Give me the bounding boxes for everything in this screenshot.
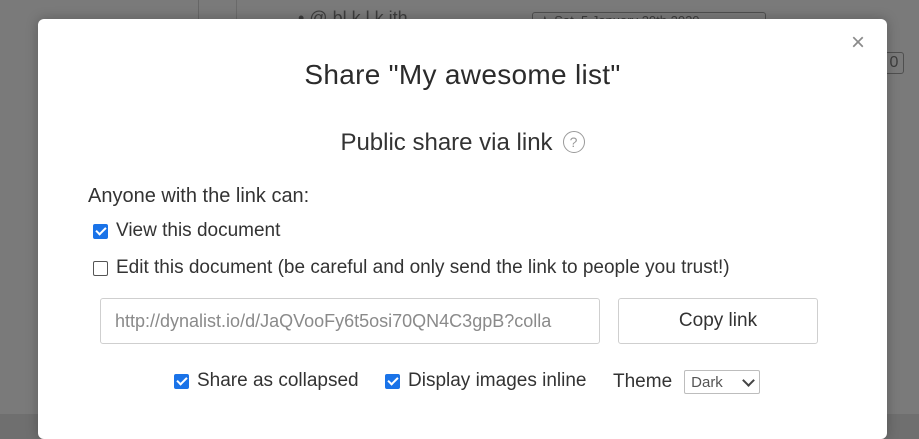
share-collapsed-label: Share as collapsed: [197, 370, 359, 391]
theme-select-value: Dark: [691, 373, 723, 391]
display-images-option[interactable]: Display images inline: [385, 370, 586, 392]
copy-link-button[interactable]: Copy link: [618, 298, 818, 344]
chevron-down-icon: [742, 373, 756, 387]
theme-control: Theme Dark: [613, 370, 761, 394]
dialog-title: Share "My awesome list": [304, 59, 621, 90]
edit-document-label: Edit this document (be careful and only …: [116, 257, 730, 278]
background-badge: 0: [884, 52, 904, 74]
display-images-checkbox[interactable]: [385, 373, 400, 389]
view-document-label: View this document: [116, 220, 281, 241]
permissions-label: Anyone with the link can:: [88, 185, 310, 207]
share-collapsed-checkbox[interactable]: [174, 373, 189, 389]
display-images-label: Display images inline: [408, 370, 587, 391]
close-icon[interactable]: ×: [847, 31, 869, 55]
view-document-option[interactable]: View this document: [93, 220, 280, 242]
theme-label: Theme: [613, 371, 673, 392]
view-document-checkbox[interactable]: [93, 223, 108, 239]
public-share-heading: Public share via link?: [38, 129, 887, 157]
edit-document-option[interactable]: Edit this document (be careful and only …: [93, 257, 730, 279]
share-link-input[interactable]: http://dynalist.io/d/JaQVooFy6t5osi70QN4…: [100, 298, 600, 344]
help-icon[interactable]: ?: [562, 131, 585, 153]
share-dialog: × Share "My awesome list" Public share v…: [38, 19, 887, 439]
public-share-heading-text: Public share via link: [340, 129, 553, 156]
edit-document-checkbox[interactable]: [93, 260, 108, 276]
share-collapsed-option[interactable]: Share as collapsed: [174, 370, 359, 392]
theme-select[interactable]: Dark: [684, 370, 761, 394]
